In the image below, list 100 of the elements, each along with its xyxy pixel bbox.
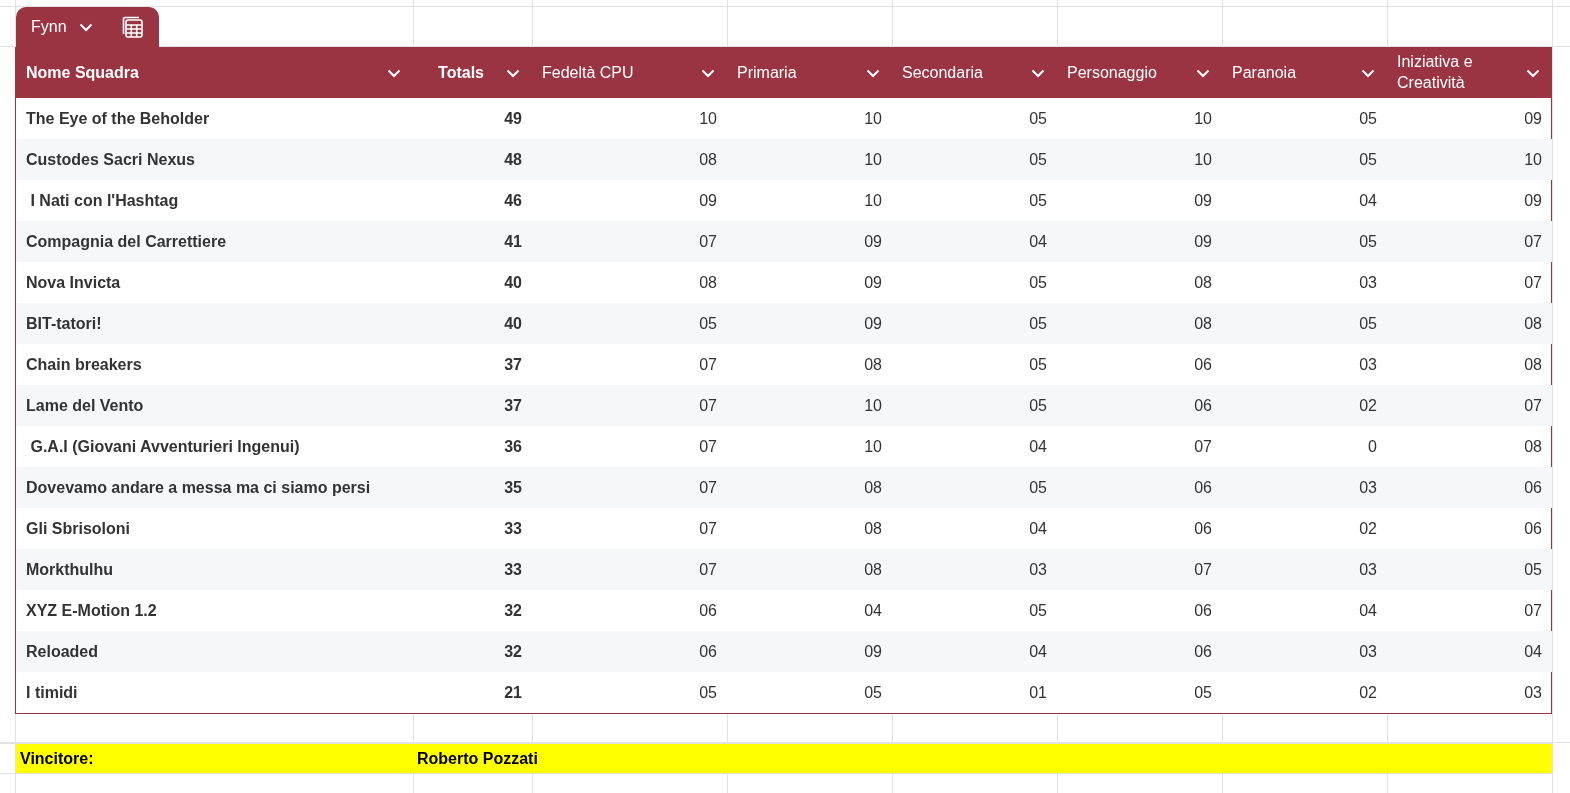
score-cell-text: 09 <box>1193 190 1213 211</box>
score-cell: 07 <box>1057 549 1222 590</box>
score-cell-text: 02 <box>1358 682 1378 703</box>
column-header-label: Totals <box>438 62 484 83</box>
score-cell: 40 <box>413 303 532 344</box>
column-header[interactable]: Fedeltà CPU <box>532 48 727 98</box>
team-name-cell: Morkthulhu <box>16 549 413 590</box>
column-header[interactable]: Totals <box>413 48 532 98</box>
column-header[interactable]: Iniziativa e Creatività <box>1387 48 1552 98</box>
score-cell: 10 <box>1387 139 1552 180</box>
score-cell: 10 <box>1057 139 1222 180</box>
score-cell: 05 <box>892 303 1057 344</box>
score-cell-text: 04 <box>1358 190 1378 211</box>
score-cell: 04 <box>892 631 1057 672</box>
chevron-down-icon[interactable] <box>866 68 880 78</box>
team-name-cell-text: Chain breakers <box>25 354 143 375</box>
column-header[interactable]: Personaggio <box>1057 48 1222 98</box>
score-cell-text: 05 <box>1028 600 1048 621</box>
score-cell: 07 <box>532 221 727 262</box>
score-cell-text: 08 <box>1523 354 1543 375</box>
score-cell: 05 <box>892 467 1057 508</box>
score-cell: 08 <box>1387 303 1552 344</box>
score-cell-text: 46 <box>503 190 523 211</box>
score-cell-text: 04 <box>863 600 883 621</box>
score-cell-text: 36 <box>503 436 523 457</box>
chevron-down-icon[interactable] <box>701 68 715 78</box>
team-name-cell: Lame del Vento <box>16 385 413 426</box>
score-cell-text: 08 <box>863 354 883 375</box>
chevron-down-icon[interactable] <box>506 68 520 78</box>
score-cell: 10 <box>727 139 892 180</box>
score-cell-text: 10 <box>1193 108 1213 129</box>
chevron-down-icon[interactable] <box>1031 68 1045 78</box>
score-cell: 08 <box>727 467 892 508</box>
score-cell: 08 <box>1057 303 1222 344</box>
score-cell: 06 <box>1057 385 1222 426</box>
score-cell-text: 10 <box>698 108 718 129</box>
column-header-label: Paranoia <box>1232 62 1297 83</box>
team-name-cell-text: The Eye of the Beholder <box>25 108 211 129</box>
column-header-label: Personaggio <box>1067 62 1157 83</box>
column-header[interactable]: Nome Squadra <box>16 48 413 98</box>
score-cell-text: 32 <box>503 600 523 621</box>
column-header[interactable]: Secondaria <box>892 48 1057 98</box>
chevron-down-icon[interactable] <box>1361 68 1375 78</box>
team-name-cell: BIT-tatori! <box>16 303 413 344</box>
score-cell: 05 <box>1222 221 1387 262</box>
score-cell-text: 05 <box>1193 682 1213 703</box>
team-name-cell: Dovevamo andare a messa ma ci siamo persi <box>16 467 413 508</box>
score-cell-text: 03 <box>1358 272 1378 293</box>
score-cell-text: 03 <box>1358 354 1378 375</box>
score-cell-text: 05 <box>1358 108 1378 129</box>
score-cell-text: 06 <box>1193 354 1213 375</box>
score-cell: 05 <box>892 139 1057 180</box>
score-cell: 07 <box>532 467 727 508</box>
score-cell: 09 <box>727 221 892 262</box>
score-cell-text: 02 <box>1358 518 1378 539</box>
column-header[interactable]: Primaria <box>727 48 892 98</box>
score-cell: 06 <box>1057 467 1222 508</box>
score-cell: 32 <box>413 631 532 672</box>
score-cell-text: 09 <box>1523 190 1543 211</box>
score-cell-text: 37 <box>503 354 523 375</box>
score-cell-text: 04 <box>1028 436 1048 457</box>
score-cell-text: 09 <box>698 190 718 211</box>
team-name-cell-text: I timidi <box>25 682 79 703</box>
score-cell-text: 33 <box>503 518 523 539</box>
score-cell-text: 05 <box>1028 190 1048 211</box>
score-cell: 05 <box>1222 303 1387 344</box>
score-cell-text: 07 <box>1523 600 1543 621</box>
score-cell: 05 <box>532 303 727 344</box>
score-cell-text: 07 <box>1523 272 1543 293</box>
score-cell: 06 <box>1387 467 1552 508</box>
column-header[interactable]: Paranoia <box>1222 48 1387 98</box>
chevron-down-icon[interactable] <box>387 68 401 78</box>
score-cell-text: 21 <box>503 682 523 703</box>
score-cell: 05 <box>1222 139 1387 180</box>
score-cell-text: 08 <box>1193 272 1213 293</box>
chevron-down-icon <box>78 22 93 32</box>
team-name-cell: Custodes Sacri Nexus <box>16 139 413 180</box>
team-name-cell-text: G.A.I (Giovani Avventurieri Ingenui) <box>29 436 301 457</box>
score-cell-text: 03 <box>1523 682 1543 703</box>
score-cell: 05 <box>892 385 1057 426</box>
score-cell: 08 <box>727 549 892 590</box>
score-cell: 35 <box>413 467 532 508</box>
score-cell-text: 06 <box>1523 518 1543 539</box>
score-cell-text: 05 <box>1028 272 1048 293</box>
score-cell-text: 40 <box>503 272 523 293</box>
chevron-down-icon[interactable] <box>1526 68 1540 78</box>
score-cell: 41 <box>413 221 532 262</box>
score-cell: 08 <box>532 139 727 180</box>
score-cell-text: 07 <box>698 518 718 539</box>
chevron-down-icon[interactable] <box>1196 68 1210 78</box>
score-cell-text: 08 <box>698 272 718 293</box>
score-cell-text: 05 <box>1028 108 1048 129</box>
score-cell-text: 0 <box>1367 436 1378 457</box>
calculator-icon <box>121 16 144 38</box>
score-cell: 06 <box>1057 631 1222 672</box>
score-cell: 48 <box>413 139 532 180</box>
team-name-cell-text: I Nati con l'Hashtag <box>29 190 180 211</box>
score-cell-text: 07 <box>698 354 718 375</box>
score-cell: 03 <box>1222 549 1387 590</box>
score-cell-text: 10 <box>863 436 883 457</box>
